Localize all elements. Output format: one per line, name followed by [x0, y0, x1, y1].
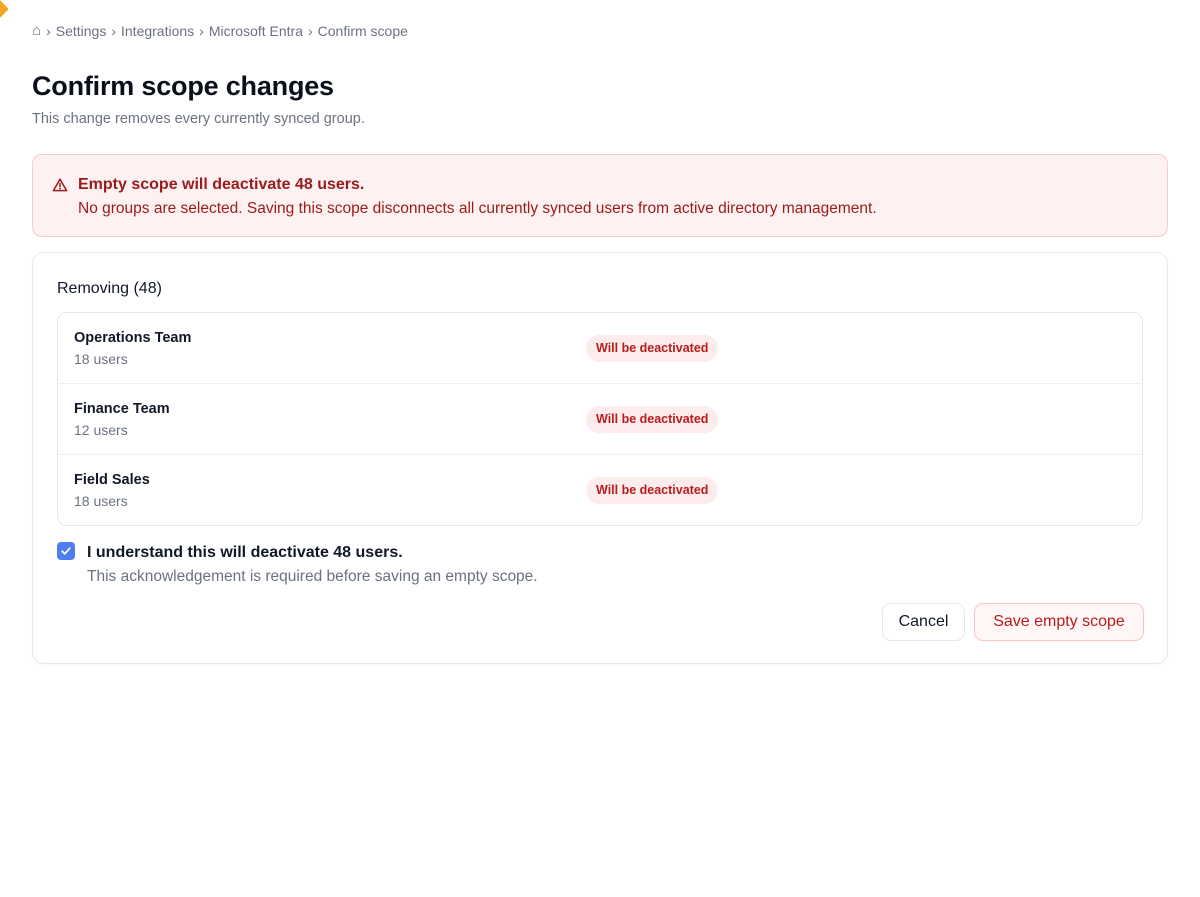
breadcrumb-settings[interactable]: Settings — [56, 23, 107, 39]
alert-body: No groups are selected. Saving this scop… — [78, 200, 877, 217]
group-list: Operations Team 18 users Will be deactiv… — [57, 312, 1143, 526]
breadcrumb: ⌂ › Settings › Integrations › Microsoft … — [32, 22, 408, 39]
group-row-field-sales: Field Sales 18 users Will be deactivated — [58, 455, 1142, 525]
breadcrumb-microsoft-entra[interactable]: Microsoft Entra — [209, 23, 303, 39]
breadcrumb-separator: › — [307, 22, 313, 39]
group-user-count: 18 users — [74, 351, 128, 367]
alert-title: Empty scope will deactivate 48 users. — [78, 176, 365, 193]
home-icon[interactable]: ⌂ — [32, 22, 41, 39]
removal-card: Removing (48) Operations Team 18 users W… — [32, 252, 1168, 664]
group-name: Field Sales — [74, 472, 150, 488]
group-row-operations-team: Operations Team 18 users Will be deactiv… — [58, 313, 1142, 384]
breadcrumb-current: Confirm scope — [317, 22, 408, 39]
breadcrumb-separator: › — [199, 22, 204, 39]
page-title: Confirm scope changes — [32, 71, 334, 101]
status-badge: Will be deactivated — [586, 335, 719, 362]
group-name: Operations Team — [74, 330, 192, 346]
status-badge: Will be deactivated — [586, 406, 719, 433]
danger-alert: Empty scope will deactivate 48 users. No… — [32, 154, 1168, 237]
group-row-finance-team: Finance Team 12 users Will be deactivate… — [58, 384, 1142, 455]
breadcrumb-integrations[interactable]: Integrations — [121, 23, 194, 39]
removing-label: Removing (48) — [57, 280, 162, 297]
acknowledge-help-text: This acknowledgement is required before … — [87, 568, 538, 585]
acknowledge-checkbox[interactable] — [57, 542, 75, 560]
page-subtitle: This change removes every currently sync… — [32, 111, 365, 127]
breadcrumb-separator: › — [46, 22, 51, 39]
save-empty-scope-button[interactable]: Save empty scope — [974, 603, 1144, 641]
group-user-count: 12 users — [74, 422, 128, 438]
group-user-count: 18 users — [74, 493, 128, 509]
group-name: Finance Team — [74, 401, 170, 417]
cancel-button[interactable]: Cancel — [882, 603, 965, 641]
checkmark-icon — [61, 547, 71, 555]
acknowledge-label[interactable]: I understand this will deactivate 48 use… — [87, 544, 403, 562]
breadcrumb-separator: › — [111, 22, 116, 39]
corner-accent — [0, 0, 9, 19]
warning-triangle-icon — [52, 178, 68, 192]
status-badge: Will be deactivated — [586, 477, 719, 504]
